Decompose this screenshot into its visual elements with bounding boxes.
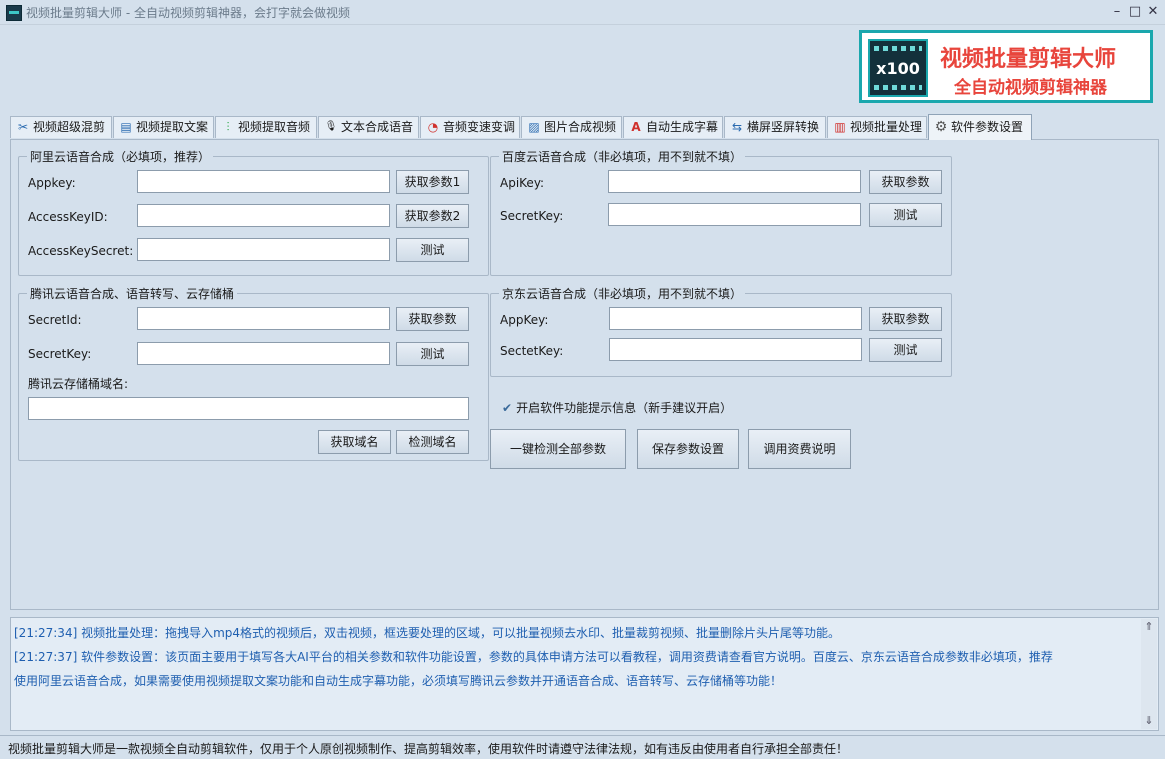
log-scrollbar[interactable]: ⇑ ⇓ — [1141, 619, 1157, 729]
aliyun-get-param2-button[interactable]: 获取参数2 — [396, 204, 469, 228]
baidu-group: 百度云语音合成（非必填项，用不到就不填） ApiKey: 获取参数 Secret… — [490, 148, 952, 276]
maximize-button[interactable]: □ — [1126, 3, 1144, 21]
jd-get-param-button[interactable]: 获取参数 — [869, 307, 942, 331]
tencent-secretkey-input[interactable] — [137, 342, 390, 365]
tab-label: 音频变速变调 — [443, 120, 516, 134]
bucket-domain-label: 腾讯云存储桶域名: — [28, 377, 129, 391]
billing-info-button[interactable]: 调用资费说明 — [748, 429, 851, 469]
film-strip-icon — [874, 46, 922, 51]
tab-video-mix[interactable]: ✂ 视频超级混剪 — [10, 116, 112, 138]
aliyun-get-param1-button[interactable]: 获取参数1 — [396, 170, 469, 194]
scroll-up-icon[interactable]: ⇑ — [1141, 619, 1157, 635]
log-line: [21:27:34] 视频批量处理：拖拽导入mp4格式的视频后，双击视频，框选要… — [14, 626, 841, 640]
tencent-test-button[interactable]: 测试 — [396, 342, 469, 366]
log-line: 使用阿里云语音合成，如果需要使用视频提取文案功能和自动生成字幕功能，必须填写腾讯… — [14, 674, 783, 688]
tencent-bucket-domain-input[interactable] — [28, 397, 469, 420]
tab-text-to-speech[interactable]: 🎙 文本合成语音 — [318, 116, 419, 138]
jd-group: 京东云语音合成（非必填项，用不到就不填） AppKey: 获取参数 Sectet… — [490, 285, 952, 377]
secretid-label: SecretId: — [28, 313, 82, 327]
tab-label: 软件参数设置 — [951, 120, 1024, 134]
aliyun-test-button[interactable]: 测试 — [396, 238, 469, 262]
brand-logo: x100 — [868, 39, 928, 97]
aliyun-appkey-input[interactable] — [137, 170, 390, 193]
log-area[interactable]: [21:27:34] 视频批量处理：拖拽导入mp4格式的视频后，双击视频，框选要… — [10, 617, 1159, 731]
tab-label: 视频提取文案 — [136, 120, 209, 134]
check-all-params-button[interactable]: 一键检测全部参数 — [490, 429, 626, 469]
brand-title: 视频批量剪辑大师 — [940, 47, 1117, 72]
group-title: 阿里云语音合成（必填项，推荐） — [27, 148, 214, 165]
group-title: 京东云语音合成（非必填项，用不到就不填） — [499, 285, 746, 302]
jd-appkey-input[interactable] — [609, 307, 862, 330]
minimize-button[interactable]: – — [1108, 3, 1126, 21]
window-title: 视频批量剪辑大师 - 全自动视频剪辑神器，会打字就会做视频 — [26, 6, 350, 20]
jd-sectetkey-input[interactable] — [609, 338, 862, 361]
scroll-down-icon[interactable]: ⇓ — [1141, 713, 1157, 729]
app-icon — [6, 5, 22, 21]
aliyun-accesskeyid-input[interactable] — [137, 204, 390, 227]
close-button[interactable]: ✕ — [1144, 3, 1162, 21]
check-icon: ✔ — [502, 401, 513, 415]
tencent-secretid-input[interactable] — [137, 307, 390, 330]
status-bar: 视频批量剪辑大师是一款视频全自动剪辑软件，仅用于个人原创视频制作、提高剪辑效率，… — [0, 735, 1165, 759]
gauge-icon: ◔ — [427, 120, 439, 134]
appkey-label: Appkey: — [28, 176, 76, 190]
sectetkey-label: SectetKey: — [500, 344, 564, 358]
tencent-group: 腾讯云语音合成、语音转写、云存储桶 SecretId: 获取参数 SecretK… — [18, 285, 489, 461]
aliyun-accesskeysecret-input[interactable] — [137, 238, 390, 261]
logo-text: x100 — [876, 59, 920, 78]
font-icon: A — [631, 120, 641, 134]
tencent-get-param-button[interactable]: 获取参数 — [396, 307, 469, 331]
film-icon: ▥ — [834, 120, 846, 134]
microphone-icon: 🎙 — [324, 121, 338, 132]
title-bar: 视频批量剪辑大师 - 全自动视频剪辑神器，会打字就会做视频 – □ ✕ — [0, 0, 1165, 25]
save-settings-button[interactable]: 保存参数设置 — [637, 429, 739, 469]
appkey-label: AppKey: — [500, 313, 549, 327]
gear-icon: ⚙ — [934, 119, 948, 135]
get-domain-button[interactable]: 获取域名 — [318, 430, 391, 454]
tab-strip: ✂ 视频超级混剪 ▤ 视频提取文案 ⫶ 视频提取音频 🎙 文本合成语音 ◔ 音频变速变调 … — [10, 114, 1160, 140]
tab-label: 视频批量处理 — [850, 120, 923, 134]
tips-checkbox-label: 开启软件功能提示信息（新手建议开启） — [516, 401, 733, 415]
tab-label: 视频提取音频 — [238, 120, 311, 134]
tab-settings[interactable]: ⚙ 软件参数设置 — [928, 114, 1032, 140]
accesskeyid-label: AccessKeyID: — [28, 210, 108, 224]
group-title: 百度云语音合成（非必填项，用不到就不填） — [499, 148, 746, 165]
tips-checkbox[interactable]: ✔ 开启软件功能提示信息（新手建议开启） — [502, 399, 732, 416]
aliyun-group: 阿里云语音合成（必填项，推荐） Appkey: 获取参数1 AccessKeyI… — [18, 148, 489, 276]
tab-extract-text[interactable]: ▤ 视频提取文案 — [113, 116, 214, 138]
tab-auto-subtitles[interactable]: A 自动生成字幕 — [623, 116, 723, 138]
tab-label: 文本合成语音 — [341, 120, 414, 134]
tab-batch-process[interactable]: ▥ 视频批量处理 — [827, 116, 927, 138]
status-text: 视频批量剪辑大师是一款视频全自动剪辑软件，仅用于个人原创视频制作、提高剪辑效率，… — [8, 742, 849, 756]
tab-orientation-convert[interactable]: ⇆ 横屏竖屏转换 — [724, 116, 826, 138]
tab-label: 自动生成字幕 — [646, 120, 719, 134]
tab-label: 横屏竖屏转换 — [747, 120, 820, 134]
check-domain-button[interactable]: 检测域名 — [396, 430, 469, 454]
log-line: [21:27:37] 软件参数设置：该页面主要用于填写各大AI平台的相关参数和软… — [14, 650, 1053, 664]
secretkey-label: SecretKey: — [28, 347, 92, 361]
accesskeysecret-label: AccessKeySecret: — [28, 244, 134, 258]
baidu-test-button[interactable]: 测试 — [869, 203, 942, 227]
baidu-secretkey-input[interactable] — [608, 203, 861, 226]
apikey-label: ApiKey: — [500, 176, 545, 190]
baidu-get-param-button[interactable]: 获取参数 — [869, 170, 942, 194]
image-icon: ▨ — [528, 120, 540, 134]
brand-banner: x100 视频批量剪辑大师 全自动视频剪辑神器 — [859, 30, 1153, 103]
brand-subtitle: 全自动视频剪辑神器 — [954, 78, 1107, 98]
rotate-screen-icon: ⇆ — [731, 120, 743, 134]
document-icon: ▤ — [120, 120, 132, 134]
settings-panel: 阿里云语音合成（必填项，推荐） Appkey: 获取参数1 AccessKeyI… — [10, 139, 1159, 610]
jd-test-button[interactable]: 测试 — [869, 338, 942, 362]
tab-image-to-video[interactable]: ▨ 图片合成视频 — [521, 116, 622, 138]
tab-label: 图片合成视频 — [544, 120, 617, 134]
film-strip-icon — [874, 85, 922, 90]
group-title: 腾讯云语音合成、语音转写、云存储桶 — [27, 285, 238, 302]
waveform-icon: ⫶ — [226, 120, 230, 134]
tab-label: 视频超级混剪 — [33, 120, 106, 134]
secretkey-label: SecretKey: — [500, 209, 564, 223]
scissors-icon: ✂ — [17, 120, 29, 134]
baidu-apikey-input[interactable] — [608, 170, 861, 193]
tab-audio-speed[interactable]: ◔ 音频变速变调 — [420, 116, 520, 138]
tab-extract-audio[interactable]: ⫶ 视频提取音频 — [215, 116, 317, 138]
